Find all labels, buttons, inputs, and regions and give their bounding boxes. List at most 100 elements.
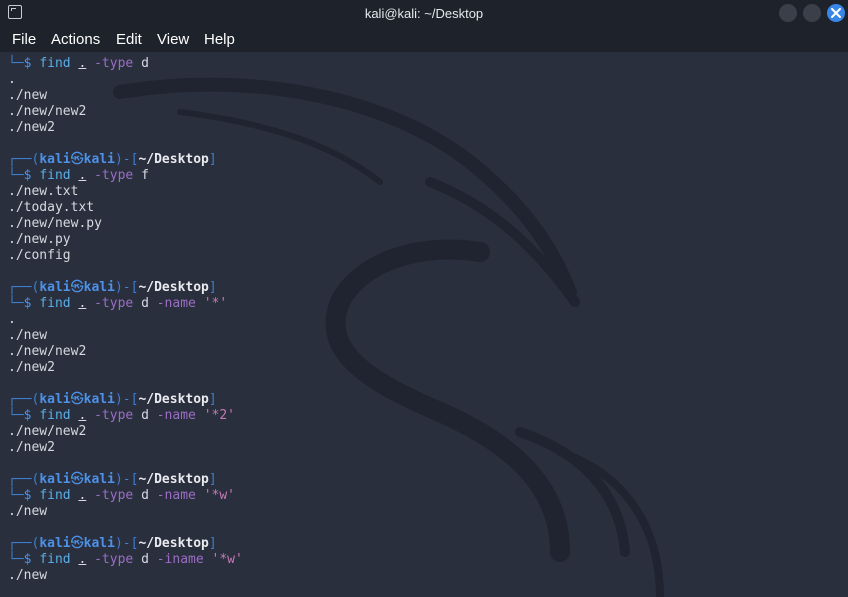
command-flag: -iname — [156, 552, 204, 567]
output-line: ./new/new2 — [8, 424, 87, 439]
prompt-path: ~/Desktop — [138, 280, 209, 295]
output-line: ./new.py — [8, 232, 71, 247]
command-pattern: '*w' — [203, 488, 236, 503]
minimize-button[interactable] — [779, 4, 797, 22]
command-dir: . — [78, 488, 87, 503]
output-line: ./config — [8, 248, 71, 263]
command-pattern: '*w' — [211, 552, 243, 567]
prompt-frame: )-[ — [114, 152, 139, 167]
prompt-host: kali — [83, 152, 115, 167]
command-line: └─$ find . -type d -iname '*w' — [8, 552, 848, 568]
command-name: find — [39, 56, 71, 71]
command-name: find — [39, 552, 71, 567]
prompt-at-symbol: ㉿ — [70, 536, 84, 551]
prompt-host: kali — [83, 536, 115, 551]
close-icon — [831, 8, 841, 18]
command-dir: . — [78, 168, 87, 183]
command-name: find — [39, 488, 71, 503]
prompt-header: ┌──(kali㉿kali)-[~/Desktop] — [8, 280, 848, 296]
title-bar: kali@kali: ~/Desktop — [0, 0, 848, 26]
command-dir: . — [78, 296, 87, 311]
command-arg: f — [141, 168, 149, 183]
prompt-frame: )-[ — [114, 280, 139, 295]
menu-bar: File Actions Edit View Help — [0, 26, 848, 52]
output-line: ./new/new2 — [8, 104, 87, 119]
command-flag: -name — [156, 408, 196, 423]
output-line: ./new — [8, 88, 48, 103]
maximize-button[interactable] — [803, 4, 821, 22]
command-arg: d — [141, 56, 149, 71]
command-flag: -type — [94, 56, 134, 71]
prompt-path: ~/Desktop — [138, 152, 209, 167]
command-line: └─$ find . -type f — [8, 168, 848, 184]
prompt-frame: ┌──( — [8, 280, 40, 295]
menu-file[interactable]: File — [12, 31, 36, 48]
prompt-frame: ┌──( — [8, 536, 40, 551]
output-line: ./new — [8, 568, 48, 583]
terminal-output: └─$ find . -type d. ./new ./new/new2 ./new2… — [8, 56, 848, 584]
prompt-host: kali — [83, 280, 115, 295]
prompt-host: kali — [83, 472, 115, 487]
prompt-frame: └─ — [8, 552, 24, 567]
prompt-dollar: $ — [23, 168, 40, 183]
prompt-user: kali — [39, 536, 71, 551]
command-arg: d — [141, 296, 149, 311]
output-line: . — [8, 72, 16, 87]
prompt-user: kali — [39, 152, 71, 167]
prompt-path: ~/Desktop — [138, 536, 209, 551]
output-line: ./new/new.py — [8, 216, 102, 231]
prompt-dollar: $ — [23, 408, 40, 423]
prompt-frame: └─ — [8, 168, 24, 183]
prompt-path: ~/Desktop — [138, 472, 209, 487]
prompt-dollar: $ — [23, 552, 40, 567]
prompt-frame: )-[ — [114, 472, 139, 487]
output-line: ./new2 — [8, 440, 55, 455]
prompt-frame: ] — [208, 280, 217, 295]
prompt-dollar: $ — [23, 56, 40, 71]
command-line: └─$ find . -type d -name '*' — [8, 296, 848, 312]
prompt-frame: └─ — [8, 488, 24, 503]
command-flag: -type — [94, 552, 134, 567]
prompt-user: kali — [39, 392, 71, 407]
command-name: find — [39, 296, 71, 311]
prompt-host: kali — [83, 392, 115, 407]
command-arg: d — [141, 488, 149, 503]
prompt-path: ~/Desktop — [138, 392, 209, 407]
prompt-frame: ┌──( — [8, 472, 40, 487]
prompt-at-symbol: ㉿ — [70, 280, 84, 295]
prompt-frame: ┌──( — [8, 152, 40, 167]
command-dir: . — [78, 56, 87, 71]
prompt-frame: ┌──( — [8, 392, 40, 407]
command-flag: -type — [94, 408, 134, 423]
prompt-frame: └─ — [8, 56, 24, 71]
menu-view[interactable]: View — [157, 31, 189, 48]
menu-help[interactable]: Help — [204, 31, 235, 48]
command-pattern: '*' — [203, 296, 228, 311]
menu-actions[interactable]: Actions — [51, 31, 100, 48]
output-line: ./new — [8, 328, 48, 343]
prompt-at-symbol: ㉿ — [70, 392, 84, 407]
prompt-frame: └─ — [8, 408, 24, 423]
command-pattern: '*2' — [203, 408, 236, 423]
command-flag: -name — [156, 296, 196, 311]
prompt-frame: ] — [208, 536, 217, 551]
command-line: └─$ find . -type d -name '*2' — [8, 408, 848, 424]
output-line: ./today.txt — [8, 200, 95, 215]
prompt-at-symbol: ㉿ — [70, 152, 84, 167]
command-flag: -type — [94, 488, 134, 503]
close-button[interactable] — [827, 4, 845, 22]
window-title: kali@kali: ~/Desktop — [364, 6, 484, 21]
prompt-frame: ] — [208, 472, 217, 487]
prompt-frame: ] — [208, 392, 217, 407]
prompt-frame: ] — [208, 152, 217, 167]
prompt-user: kali — [39, 280, 71, 295]
command-flag: -type — [94, 168, 134, 183]
prompt-frame: └─ — [8, 296, 24, 311]
menu-edit[interactable]: Edit — [116, 31, 142, 48]
terminal-area[interactable]: └─$ find . -type d. ./new ./new/new2 ./new2… — [0, 52, 848, 597]
prompt-dollar: $ — [23, 296, 40, 311]
